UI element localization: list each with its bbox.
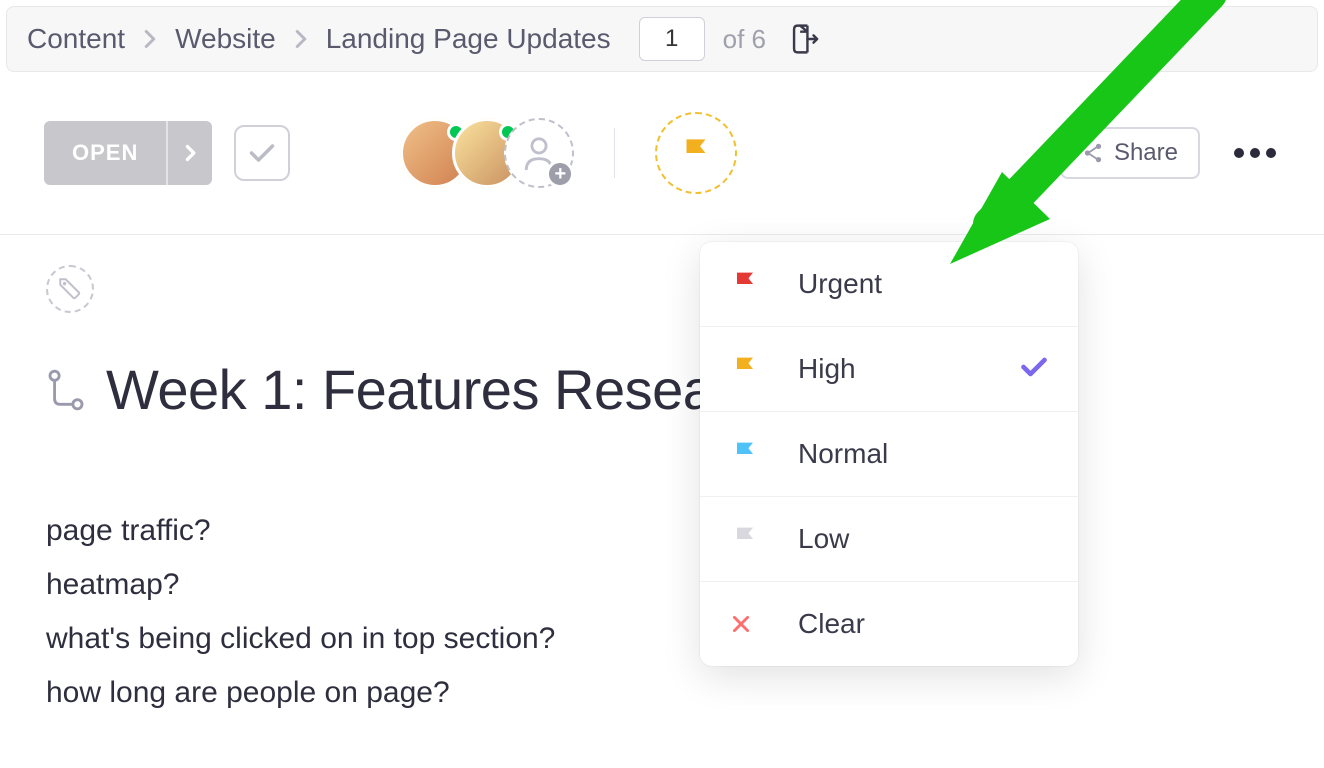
status-caret-icon[interactable] (166, 121, 212, 185)
flag-icon (730, 353, 770, 385)
priority-flag-button[interactable] (655, 112, 737, 194)
more-menu-button[interactable] (1226, 140, 1284, 166)
chevron-right-icon (294, 29, 308, 49)
page-of-label: of 6 (723, 24, 766, 55)
check-icon (1020, 353, 1048, 385)
breadcrumb-bar: Content Website Landing Page Updates of … (6, 6, 1318, 72)
priority-option-label: High (798, 353, 856, 385)
add-tags-button[interactable] (46, 265, 94, 313)
share-icon (1082, 142, 1104, 164)
breadcrumb-item-content[interactable]: Content (27, 23, 125, 55)
flag-icon (730, 438, 770, 470)
tag-icon (57, 276, 83, 302)
priority-option-label: Normal (798, 438, 888, 470)
priority-option-urgent[interactable]: Urgent (700, 242, 1078, 327)
close-icon (730, 613, 770, 635)
exit-icon[interactable] (790, 22, 820, 56)
divider (614, 128, 615, 178)
priority-option-label: Urgent (798, 268, 882, 300)
priority-option-label: Clear (798, 608, 865, 640)
plus-icon: + (546, 160, 574, 188)
breadcrumb-item-website[interactable]: Website (175, 23, 276, 55)
complete-checkbox[interactable] (234, 125, 290, 181)
priority-option-clear[interactable]: Clear (700, 582, 1078, 666)
open-status-button[interactable]: OPEN (44, 121, 212, 185)
priority-option-high[interactable]: High (700, 327, 1078, 412)
priority-dropdown: Urgent High Normal Low Clear (700, 242, 1078, 666)
assignees: + (400, 118, 574, 188)
task-toolbar: OPEN + Share (0, 72, 1324, 235)
priority-option-normal[interactable]: Normal (700, 412, 1078, 497)
flag-icon (730, 523, 770, 555)
task-title[interactable]: Week 1: Features Research (106, 357, 790, 422)
priority-option-label: Low (798, 523, 849, 555)
description-line: how long are people on page? (46, 666, 1278, 720)
share-button[interactable]: Share (1060, 127, 1200, 179)
subtask-icon (46, 367, 86, 413)
task-content: Week 1: Features Research page traffic? … (0, 235, 1324, 750)
task-description[interactable]: page traffic? heatmap? what's being clic… (46, 504, 1278, 720)
flag-icon (730, 268, 770, 300)
open-status-label: OPEN (44, 140, 166, 166)
add-assignee-button[interactable]: + (504, 118, 574, 188)
description-line: what's being clicked on in top section? (46, 612, 1278, 666)
share-label: Share (1114, 139, 1178, 167)
flag-icon (679, 134, 713, 172)
priority-option-low[interactable]: Low (700, 497, 1078, 582)
description-line: heatmap? (46, 558, 1278, 612)
page-number-input[interactable] (639, 17, 705, 61)
breadcrumb-item-landing[interactable]: Landing Page Updates (326, 23, 611, 55)
description-line: page traffic? (46, 504, 1278, 558)
chevron-right-icon (143, 29, 157, 49)
